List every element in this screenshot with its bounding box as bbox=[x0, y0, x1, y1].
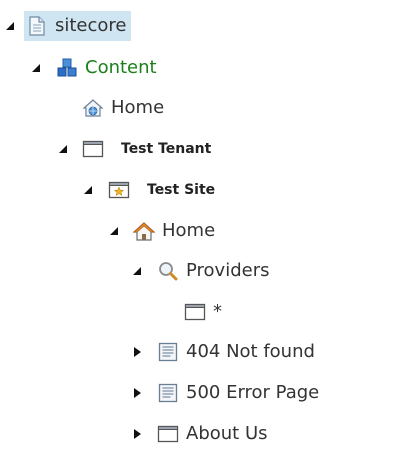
tree-row-providers: Providers bbox=[0, 255, 408, 287]
tree-node-providers[interactable]: Providers bbox=[155, 256, 274, 286]
expand-toggle-about-us[interactable] bbox=[131, 427, 143, 441]
node-label-test-site: Test Site bbox=[147, 182, 216, 198]
tree-node-test-tenant[interactable]: Test Tenant bbox=[80, 134, 215, 164]
collapsed-triangle-icon bbox=[134, 429, 141, 439]
node-label-404-not-found: 404 Not found bbox=[186, 341, 315, 362]
expand-toggle-test-tenant[interactable] bbox=[57, 142, 69, 156]
tree-row-404-not-found: 404 Not found bbox=[0, 336, 408, 368]
tree-node-wildcard[interactable]: * bbox=[182, 297, 226, 327]
expanded-triangle-icon bbox=[59, 145, 67, 153]
document-icon bbox=[26, 15, 48, 37]
content-cubes-icon bbox=[56, 57, 78, 79]
node-label-wildcard: * bbox=[213, 301, 222, 322]
tree-row-about-us: About Us bbox=[0, 418, 408, 450]
expand-toggle-test-site[interactable] bbox=[82, 183, 94, 197]
tree-node-500-error-page[interactable]: 500 Error Page bbox=[155, 378, 323, 408]
expanded-triangle-icon bbox=[6, 22, 14, 30]
expand-toggle-500-error-page[interactable] bbox=[131, 386, 143, 400]
expanded-triangle-icon bbox=[133, 267, 141, 275]
node-label-about-us: About Us bbox=[186, 423, 268, 444]
tree-row-wildcard: * bbox=[0, 296, 408, 328]
node-label-test-tenant: Test Tenant bbox=[121, 141, 212, 157]
tree-row-home-site: Home bbox=[0, 215, 408, 247]
collapsed-triangle-icon bbox=[134, 347, 141, 357]
tree-row-500-error-page: 500 Error Page bbox=[0, 377, 408, 409]
node-label-sitecore: sitecore bbox=[55, 15, 127, 36]
expand-toggle-content[interactable] bbox=[30, 61, 42, 75]
home-icon bbox=[133, 220, 155, 242]
expand-toggle-home-site[interactable] bbox=[108, 224, 120, 238]
magnifier-icon bbox=[157, 260, 179, 282]
node-label-500-error-page: 500 Error Page bbox=[186, 382, 320, 403]
window-icon bbox=[82, 138, 104, 160]
expanded-triangle-icon bbox=[84, 186, 92, 194]
page-lines-icon bbox=[157, 341, 179, 363]
expand-toggle-providers[interactable] bbox=[131, 264, 143, 278]
tree-node-home-root[interactable]: Home bbox=[80, 93, 168, 123]
expanded-triangle-icon bbox=[110, 227, 118, 235]
window-icon bbox=[184, 301, 206, 323]
tree-node-home-site[interactable]: Home bbox=[131, 216, 219, 246]
tree-node-content[interactable]: Content bbox=[54, 53, 161, 83]
expand-toggle-sitecore[interactable] bbox=[4, 19, 16, 33]
node-label-content: Content bbox=[85, 57, 157, 78]
tree-row-sitecore: sitecore bbox=[0, 10, 408, 42]
window-icon bbox=[157, 423, 179, 445]
expand-toggle-404-not-found[interactable] bbox=[131, 345, 143, 359]
tree-row-home-root: Home bbox=[0, 92, 408, 124]
node-label-home-site: Home bbox=[162, 220, 216, 241]
node-label-home-root: Home bbox=[111, 97, 165, 118]
node-label-providers: Providers bbox=[186, 260, 270, 281]
site-star-icon bbox=[108, 179, 130, 201]
tree-row-test-site: Test Site bbox=[0, 174, 408, 206]
collapsed-triangle-icon bbox=[134, 388, 141, 398]
page-lines-icon bbox=[157, 382, 179, 404]
tree-row-content: Content bbox=[0, 52, 408, 84]
tree-row-test-tenant: Test Tenant bbox=[0, 133, 408, 165]
tree-node-sitecore[interactable]: sitecore bbox=[24, 11, 131, 41]
expanded-triangle-icon bbox=[32, 64, 40, 72]
tree-node-test-site[interactable]: Test Site bbox=[106, 175, 219, 205]
home-globe-icon bbox=[82, 97, 104, 119]
tree-node-about-us[interactable]: About Us bbox=[155, 419, 272, 449]
tree-node-404-not-found[interactable]: 404 Not found bbox=[155, 337, 319, 367]
